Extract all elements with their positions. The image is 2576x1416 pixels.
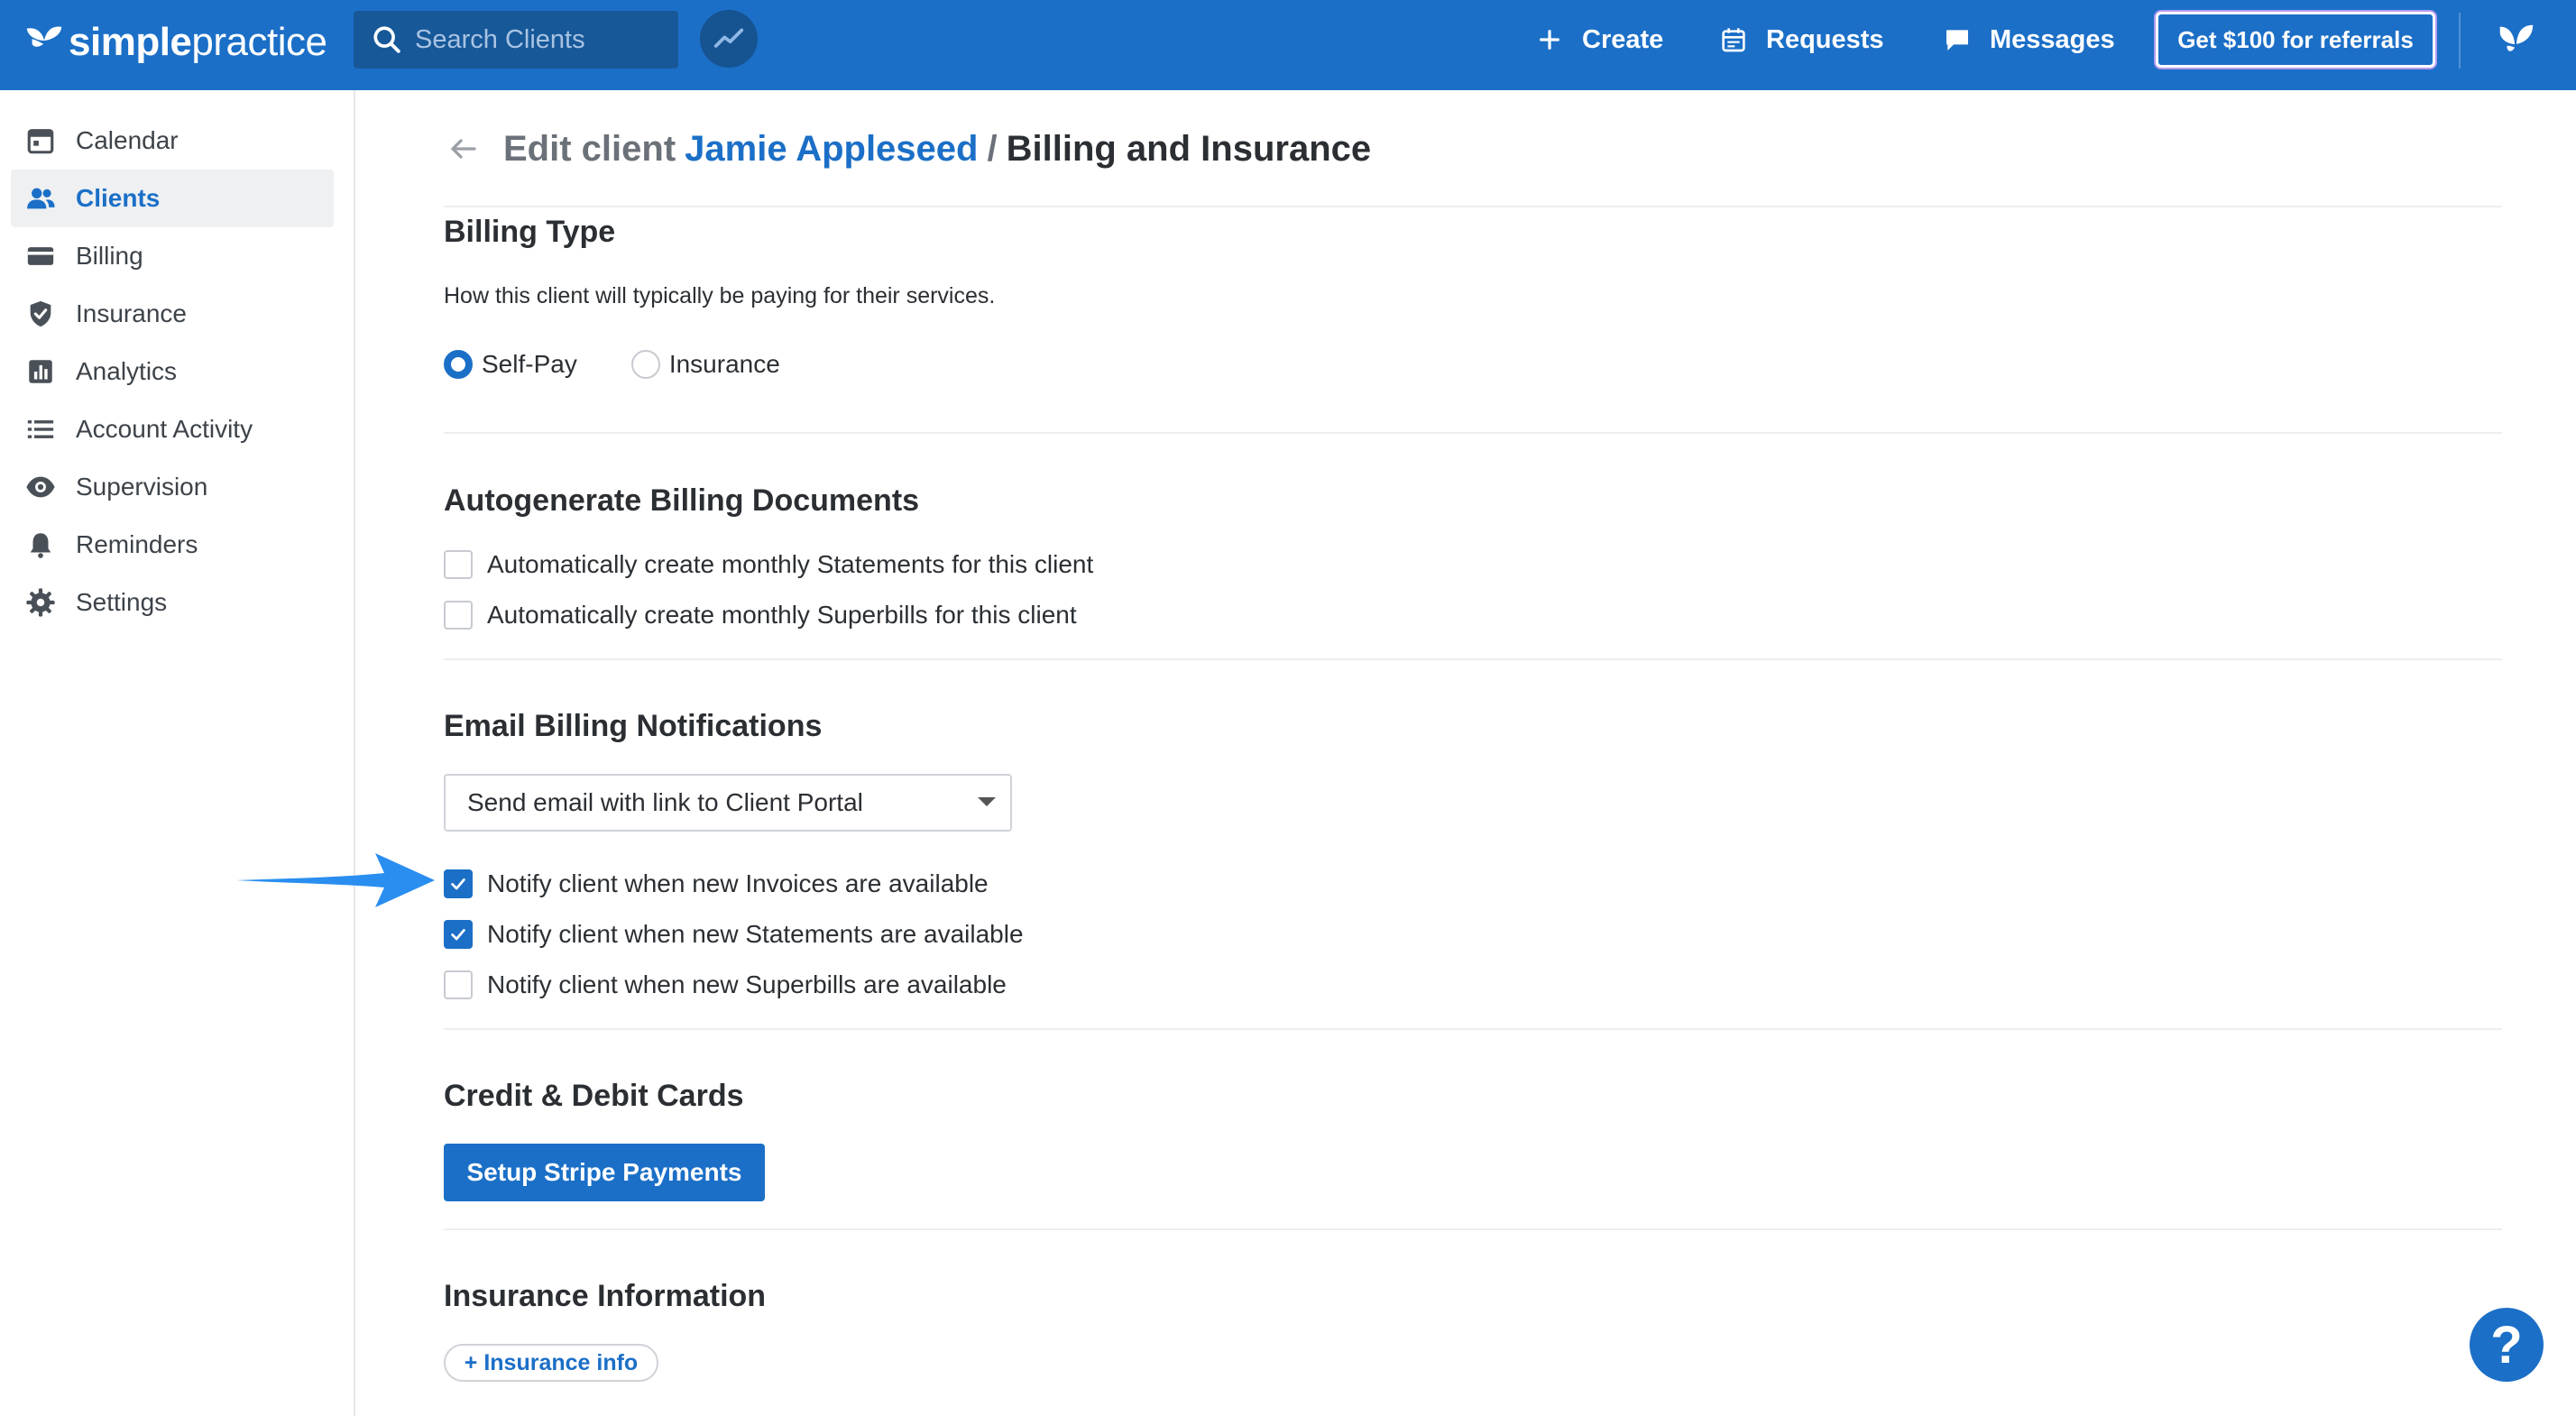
credit-card-icon (27, 247, 54, 265)
billing-type-helper: How this client will typically be paying… (444, 283, 996, 308)
search-box[interactable] (354, 11, 678, 69)
logo-text-bold: simple (69, 20, 192, 64)
butterfly-logo-icon (26, 26, 62, 47)
help-button[interactable]: ? (2470, 1308, 2544, 1382)
section-divider (444, 1028, 2502, 1030)
cards-title: Credit & Debit Cards (444, 1079, 744, 1113)
bar-chart-icon (29, 360, 52, 383)
search-input[interactable] (415, 24, 667, 55)
sidebar-item-label: Calendar (76, 126, 179, 154)
messages-button[interactable]: Messages (1943, 20, 2115, 60)
radio-insurance-circle[interactable] (630, 350, 660, 379)
billing-type-radio-group: Self-Pay Insurance (444, 346, 834, 382)
sidebar-item-label: Clients (76, 184, 161, 212)
sidebar-item-supervision[interactable]: Supervision (11, 458, 334, 516)
notify-invoices-label: Notify client when new Invoices are avai… (487, 869, 989, 897)
eye-icon (26, 476, 55, 498)
top-navigation-bar: simplepractice Create Requests (0, 0, 2576, 90)
calendar-request-icon (1722, 28, 1745, 52)
header-separator: / (987, 128, 998, 169)
sidebar-item-reminders[interactable]: Reminders (11, 516, 334, 574)
billing-type-title: Billing Type (444, 215, 616, 249)
checkmark-icon (451, 878, 465, 890)
sidebar-item-label: Settings (76, 588, 168, 616)
page-header: Edit client Jamie Appleseed / Billing an… (447, 123, 1371, 175)
sidebar-item-account-activity[interactable]: Account Activity (11, 400, 334, 458)
sidebar-item-label: Supervision (76, 473, 208, 501)
create-button[interactable]: Create (1535, 20, 1663, 60)
auto-statements-label: Automatically create monthly Statements … (487, 550, 1094, 578)
auto-superbills-label: Automatically create monthly Superbills … (487, 601, 1077, 629)
calendar-icon (27, 129, 54, 154)
add-insurance-info-button[interactable]: + Insurance info (444, 1344, 658, 1382)
trending-up-icon (713, 28, 744, 48)
sidebar: Calendar Clients Billing Insurance Analy… (0, 90, 355, 1416)
insurance-info-title: Insurance Information (444, 1279, 767, 1313)
email-notifications-title: Email Billing Notifications (444, 709, 823, 743)
requests-label: Requests (1766, 24, 1884, 54)
section-divider (444, 1228, 2502, 1230)
sidebar-item-billing[interactable]: Billing (11, 227, 334, 285)
radio-self-pay-circle[interactable] (444, 350, 473, 379)
notify-statements-checkbox[interactable] (444, 920, 473, 949)
section-divider (444, 432, 2502, 434)
sidebar-item-clients[interactable]: Clients (11, 170, 334, 227)
notify-superbills-label: Notify client when new Superbills are av… (487, 970, 1007, 998)
back-arrow-icon[interactable] (447, 133, 480, 165)
requests-button[interactable]: Requests (1719, 20, 1884, 60)
auto-superbills-option[interactable]: Automatically create monthly Superbills … (444, 597, 1077, 633)
sidebar-item-analytics[interactable]: Analytics (11, 343, 334, 400)
gear-icon (26, 588, 55, 617)
radio-self-pay[interactable]: Self-Pay (444, 350, 577, 379)
section-divider (444, 658, 2502, 660)
email-method-select[interactable]: Send email with link to Client Portal (444, 774, 1012, 832)
radio-insurance-label: Insurance (668, 350, 780, 378)
sidebar-item-label: Billing (76, 242, 143, 270)
messages-label: Messages (1990, 24, 2115, 54)
notify-invoices-option[interactable]: Notify client when new Invoices are avai… (444, 866, 989, 902)
sidebar-item-label: Analytics (76, 357, 178, 385)
setup-stripe-button[interactable]: Setup Stripe Payments (444, 1144, 765, 1201)
notify-statements-option[interactable]: Notify client when new Statements are av… (444, 916, 1024, 952)
sidebar-item-calendar[interactable]: Calendar (11, 112, 334, 170)
butterfly-icon[interactable] (2495, 20, 2536, 61)
sidebar-item-label: Insurance (76, 299, 187, 327)
sidebar-item-label: Account Activity (76, 415, 253, 443)
header-prefix: Edit client (503, 128, 676, 169)
radio-self-pay-label: Self-Pay (482, 350, 577, 378)
client-name-link[interactable]: Jamie Appleseed (685, 129, 978, 170)
analytics-trend-button[interactable] (700, 10, 758, 68)
simplepractice-logo[interactable]: simplepractice (23, 13, 327, 72)
bell-icon (30, 533, 51, 558)
sidebar-item-insurance[interactable]: Insurance (11, 285, 334, 343)
notify-statements-label: Notify client when new Statements are av… (487, 920, 1024, 948)
list-icon (27, 420, 54, 438)
shield-icon (30, 300, 51, 327)
autogenerate-title: Autogenerate Billing Documents (444, 483, 920, 518)
radio-insurance[interactable]: Insurance (630, 350, 780, 379)
create-label: Create (1582, 24, 1664, 54)
topbar-divider (2459, 13, 2461, 69)
page-title: Billing and Insurance (1006, 128, 1372, 169)
users-icon (27, 188, 55, 209)
header-divider (444, 206, 2502, 207)
notify-superbills-option[interactable]: Notify client when new Superbills are av… (444, 967, 1007, 1003)
caret-down-icon (978, 797, 996, 806)
logo-text-light: practice (191, 20, 327, 64)
auto-superbills-checkbox[interactable] (444, 601, 473, 630)
notify-superbills-checkbox[interactable] (444, 970, 473, 999)
sidebar-item-settings[interactable]: Settings (11, 574, 334, 631)
search-icon (373, 26, 400, 53)
referral-button[interactable]: Get $100 for referrals (2156, 12, 2435, 68)
sidebar-item-label: Reminders (76, 530, 198, 558)
chat-bubble-icon (1946, 30, 1968, 51)
notify-invoices-checkbox[interactable] (444, 869, 473, 898)
annotation-arrow-icon (236, 853, 435, 907)
checkmark-icon (451, 929, 465, 941)
email-method-value: Send email with link to Client Portal (467, 788, 863, 816)
auto-statements-checkbox[interactable] (444, 550, 473, 579)
plus-icon (1540, 30, 1559, 50)
auto-statements-option[interactable]: Automatically create monthly Statements … (444, 547, 1093, 583)
